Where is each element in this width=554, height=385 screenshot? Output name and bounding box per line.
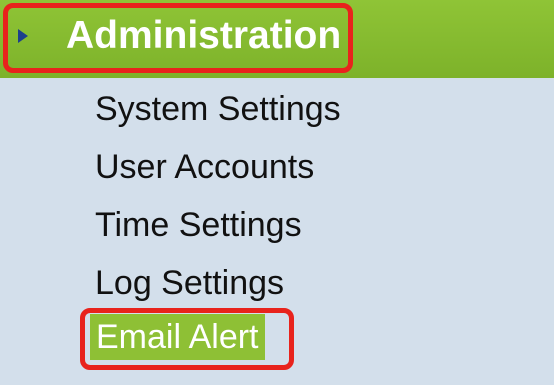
menu-item-time-settings[interactable]: Time Settings [95, 205, 302, 245]
menu-item-system-settings[interactable]: System Settings [95, 89, 341, 129]
highlight-box-email-alert [80, 308, 294, 370]
menu-item-user-accounts[interactable]: User Accounts [95, 147, 314, 187]
menu-item-log-settings[interactable]: Log Settings [95, 263, 284, 303]
admin-menu: Administration System Settings User Acco… [0, 0, 554, 385]
highlight-box-header [3, 3, 353, 73]
